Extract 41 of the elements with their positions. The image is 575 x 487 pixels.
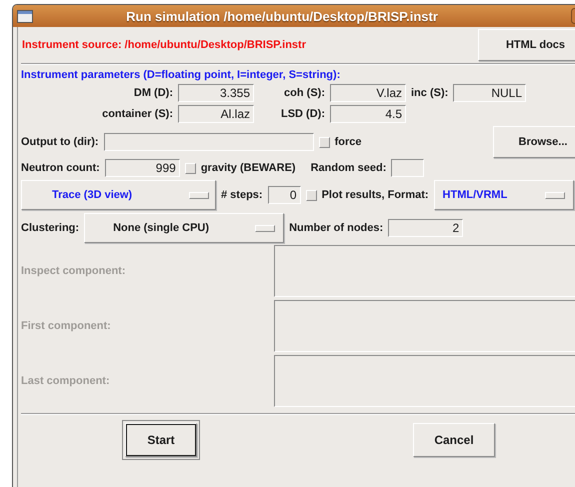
parameter-field[interactable]: 3.355 (178, 84, 254, 102)
neutron-count-field[interactable]: 999 (104, 159, 180, 177)
output-label: Output to (dir): (21, 136, 99, 148)
nodes-field[interactable]: 2 (388, 219, 464, 237)
clustering-label: Clustering: (21, 222, 80, 234)
window-menu-icon[interactable] (17, 10, 33, 22)
random-seed-field[interactable] (391, 159, 424, 177)
parameter-label: inc (S): (411, 87, 448, 99)
checkbox[interactable] (318, 136, 330, 148)
instrument-source: Instrument source: /home/ubuntu/Desktop/BRISP.instr (21, 39, 307, 51)
html-docs-button[interactable]: HTML docs (478, 29, 575, 61)
component-label: Inspect component: (21, 265, 127, 277)
parameter-field[interactable]: V.laz (330, 84, 406, 102)
gravity-label: gravity (BEWARE) (200, 162, 296, 174)
cancel-button[interactable]: Cancel (413, 423, 495, 457)
checkbox[interactable] (184, 162, 196, 174)
plot-format-label: Plot results, Format: (322, 189, 429, 201)
nodes-label: Number of nodes: (289, 222, 384, 234)
window-title: Run simulation /home/ubuntu/Desktop/BRISP.instr (125, 8, 439, 24)
parameter-label: container (S): (101, 108, 173, 120)
start-button[interactable]: Start (125, 423, 197, 457)
neutron-count-label: Neutron count: (21, 162, 100, 174)
parameter-label: DM (D): (132, 87, 173, 99)
parameter-label: coh (S): (283, 87, 325, 99)
parameters-heading: Instrument parameters (D=floating point, I=integer, S=string): (21, 69, 342, 81)
component-label: Last component: (21, 375, 111, 387)
parameter-label: LSD (D): (280, 108, 325, 120)
clustering-dropdown[interactable]: None (single CPU) (84, 213, 284, 243)
parameter-field[interactable]: 4.5 (330, 105, 406, 123)
browse-button[interactable]: Browse... (493, 126, 575, 158)
parameter-field[interactable]: NULL (453, 84, 526, 102)
mode-dropdown[interactable]: Trace (3D view) (21, 180, 216, 210)
output-field[interactable] (104, 133, 314, 151)
random-seed-label: Random seed: (310, 162, 386, 174)
component-label: First component: (21, 320, 112, 332)
format-dropdown[interactable]: HTML/VRML (434, 180, 574, 210)
checkbox[interactable] (306, 190, 317, 200)
steps-field[interactable]: 0 (268, 186, 301, 204)
force-label: force (334, 136, 362, 148)
steps-label: # steps: (221, 189, 263, 201)
parameter-field[interactable]: Al.laz (178, 105, 254, 123)
